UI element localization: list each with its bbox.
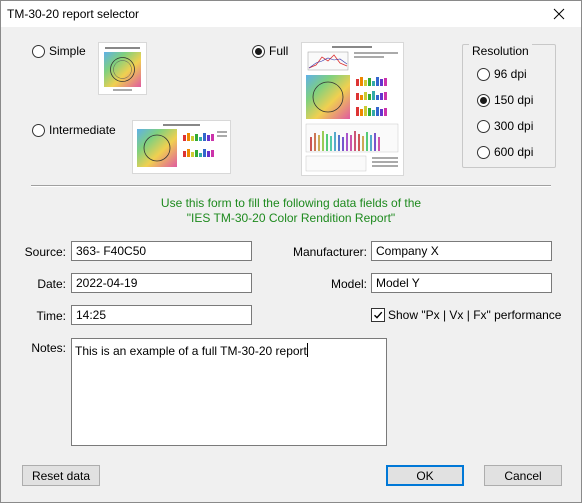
full-report-thumbnail <box>301 42 404 176</box>
source-field[interactable]: 363- F40C50 <box>71 241 252 261</box>
radio-150-dpi-indicator[interactable] <box>477 93 490 107</box>
radio-150-dpi-label: 150 dpi <box>494 93 534 107</box>
model-field[interactable]: Model Y <box>371 273 552 293</box>
radio-150-dpi[interactable]: 150 dpi <box>477 93 533 107</box>
radio-full-label: Full <box>269 44 289 58</box>
resolution-group-label: Resolution <box>469 44 532 58</box>
notes-text: This is an example of a full TM-30-20 re… <box>75 344 307 358</box>
manufacturer-label: Manufacturer: <box>292 245 367 259</box>
reset-data-button[interactable]: Reset data <box>22 465 100 486</box>
separator <box>31 185 551 187</box>
time-label: Time: <box>36 309 66 323</box>
date-label: Date: <box>37 277 66 291</box>
close-icon <box>553 8 565 20</box>
radio-600-dpi-label: 600 dpi <box>494 145 534 159</box>
time-field[interactable]: 14:25 <box>71 305 252 325</box>
radio-600-dpi-indicator[interactable] <box>477 145 490 159</box>
show-performance-checkbox-row[interactable]: Show "Px | Vx | Fx" performance <box>371 308 561 322</box>
radio-intermediate-indicator[interactable] <box>32 123 45 137</box>
dialog-window: TM-30-20 report selector Simple Intermed… <box>0 0 582 503</box>
radio-simple-label: Simple <box>49 44 86 58</box>
radio-simple[interactable]: Simple <box>32 44 86 58</box>
model-label: Model: <box>330 277 367 291</box>
notes-label: Notes: <box>31 341 66 355</box>
cancel-button[interactable]: Cancel <box>484 465 562 486</box>
notes-textarea[interactable]: This is an example of a full TM-30-20 re… <box>71 338 387 446</box>
window-title: TM-30-20 report selector <box>7 7 140 21</box>
radio-300-dpi-label: 300 dpi <box>494 119 534 133</box>
title-bar: TM-30-20 report selector <box>1 1 581 27</box>
radio-full-indicator[interactable] <box>252 44 265 58</box>
info-text-line-1: Use this form to fill the following data… <box>160 196 422 210</box>
radio-96-dpi[interactable]: 96 dpi <box>477 67 527 81</box>
text-caret <box>306 343 308 357</box>
radio-simple-indicator[interactable] <box>32 44 45 58</box>
radio-intermediate-label: Intermediate <box>49 123 116 137</box>
simple-report-thumbnail <box>98 42 147 95</box>
checkmark-icon <box>374 311 383 319</box>
radio-intermediate[interactable]: Intermediate <box>32 123 116 137</box>
date-field[interactable]: 2022-04-19 <box>71 273 252 293</box>
radio-600-dpi[interactable]: 600 dpi <box>477 145 533 159</box>
radio-300-dpi-indicator[interactable] <box>477 119 490 133</box>
source-label: Source: <box>24 245 66 259</box>
radio-full[interactable]: Full <box>252 44 288 58</box>
radio-96-dpi-label: 96 dpi <box>494 67 527 81</box>
close-button[interactable] <box>537 1 581 27</box>
radio-96-dpi-indicator[interactable] <box>477 67 490 81</box>
radio-300-dpi[interactable]: 300 dpi <box>477 119 533 133</box>
show-performance-label: Show "Px | Vx | Fx" performance <box>388 308 562 322</box>
info-text-line-2: "IES TM-30-20 Color Rendition Report" <box>186 211 396 225</box>
show-performance-checkbox[interactable] <box>371 308 385 322</box>
intermediate-report-thumbnail <box>132 120 231 174</box>
ok-button[interactable]: OK <box>386 465 464 486</box>
manufacturer-field[interactable]: Company X <box>371 241 552 261</box>
